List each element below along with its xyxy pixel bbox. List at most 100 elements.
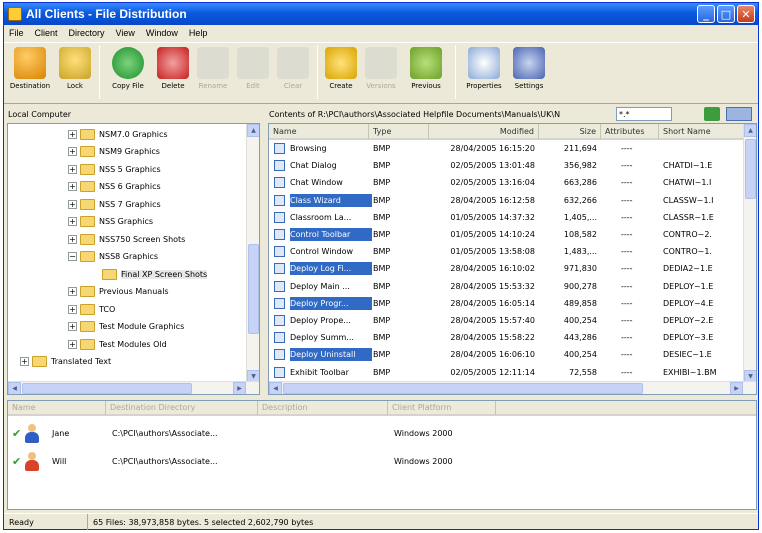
file-list-vertical-scrollbar[interactable]: ▲ ▼ (743, 124, 756, 383)
scroll-thumb[interactable] (745, 139, 756, 199)
maximize-button[interactable]: □ (717, 5, 735, 23)
menu-view[interactable]: View (116, 28, 135, 38)
copy-file-button[interactable]: Copy File (105, 43, 151, 101)
file-row[interactable]: Deploy Prope... BMP 28/04/2005 15:57:40 400… (269, 314, 745, 327)
menu-client[interactable]: Client (35, 28, 58, 38)
edit-button[interactable]: Edit (235, 43, 271, 101)
file-size: 632,266 (563, 195, 597, 205)
column-description[interactable]: Description (258, 401, 388, 415)
scroll-right-icon[interactable]: ▶ (233, 382, 246, 394)
file-row[interactable]: Browsing BMP 28/04/2005 16:15:20 211,694 ---… (269, 142, 745, 155)
expand-icon[interactable]: + (68, 287, 77, 296)
tree-item[interactable]: + NSS 7 Graphics (68, 197, 161, 211)
scroll-left-icon[interactable]: ◀ (8, 382, 21, 394)
scroll-up-icon[interactable]: ▲ (247, 124, 259, 137)
create-icon (325, 47, 357, 79)
file-row[interactable]: Chat Dialog BMP 02/05/2005 13:01:48 356,982… (269, 159, 745, 172)
lock-icon (59, 47, 91, 79)
collapse-icon[interactable]: − (68, 252, 77, 261)
tree-item[interactable]: + Test Module Graphics (68, 320, 184, 334)
settings-button[interactable]: Settings (511, 43, 547, 101)
column-modified[interactable]: Modified (429, 124, 539, 139)
file-row[interactable]: Deploy Log Fi... BMP 28/04/2005 16:10:02 97… (269, 262, 745, 276)
tree-item[interactable]: Final XP Screen Shots (102, 267, 208, 281)
column-name[interactable]: Name (269, 124, 369, 139)
file-row[interactable]: Deploy Uninstall BMP 28/04/2005 16:06:10 40… (269, 348, 745, 362)
file-row[interactable]: Class Wizard BMP 28/04/2005 16:12:58 632,26… (269, 193, 745, 207)
expand-icon[interactable]: + (68, 322, 77, 331)
tree-horizontal-scrollbar[interactable]: ◀ ▶ (8, 381, 259, 394)
create-button[interactable]: Create (323, 43, 359, 101)
expand-icon[interactable]: + (68, 164, 77, 174)
file-row[interactable]: Chat Window BMP 02/05/2005 13:16:04 663,286… (269, 176, 745, 189)
destination-clients-header: Name Destination Directory Description C… (8, 401, 756, 416)
properties-button[interactable]: Properties (461, 43, 507, 101)
tree-vertical-scrollbar[interactable]: ▲ ▼ (246, 124, 259, 383)
client-row[interactable]: ✔ Jane C:\PCI\authors\Associate... Windows … (8, 423, 756, 445)
scroll-thumb[interactable] (248, 244, 259, 334)
view-mode-icon[interactable] (726, 107, 752, 121)
tree-item[interactable]: + NSS 5 Graphics (68, 162, 161, 176)
filter-icon[interactable] (704, 107, 720, 121)
tree-item[interactable]: + NSS 6 Graphics (68, 180, 161, 194)
column-destination-directory[interactable]: Destination Directory (106, 401, 258, 415)
file-row[interactable]: Control Window BMP 01/05/2005 13:58:08 1,48… (269, 245, 745, 258)
rename-button[interactable]: Rename (195, 43, 231, 101)
tree-item[interactable]: + NSM9 Graphics (68, 145, 160, 159)
bitmap-file-icon (274, 366, 285, 378)
expand-icon[interactable]: + (68, 234, 77, 244)
menu-window[interactable]: Window (146, 28, 178, 38)
menu-help[interactable]: Help (189, 28, 208, 38)
tree-item[interactable]: + TCO (68, 302, 115, 316)
column-size[interactable]: Size (539, 124, 601, 139)
column-client-name[interactable]: Name (8, 401, 106, 415)
client-row[interactable]: ✔ Will C:\PCI\authors\Associate... Windows … (8, 451, 756, 473)
file-modified: 02/05/2005 12:11:14 (450, 367, 535, 377)
previous-button[interactable]: Previous (403, 43, 449, 101)
scroll-right-icon[interactable]: ▶ (730, 382, 743, 394)
delete-button[interactable]: Delete (155, 43, 191, 101)
tree-item[interactable]: + Translated Text (20, 355, 111, 369)
expand-icon[interactable]: + (20, 357, 29, 366)
versions-button[interactable]: Versions (363, 43, 399, 101)
minimize-button[interactable]: _ (697, 5, 715, 23)
expand-icon[interactable]: + (68, 304, 77, 314)
expand-icon[interactable]: + (68, 217, 77, 226)
file-row[interactable]: Exhibit Toolbar BMP 02/05/2005 12:11:14 72,… (269, 366, 745, 379)
file-row[interactable]: Deploy Progr... BMP 28/04/2005 16:05:14 489… (269, 296, 745, 310)
scroll-up-icon[interactable]: ▲ (744, 124, 756, 137)
file-row[interactable]: Classroom La... BMP 01/05/2005 14:37:32 1,4… (269, 211, 745, 224)
expand-icon[interactable]: + (68, 182, 77, 191)
file-row[interactable]: Deploy Main ... BMP 28/04/2005 15:53:32 900… (269, 280, 745, 293)
clear-button[interactable]: Clear (275, 43, 311, 101)
settings-icon (513, 47, 545, 79)
tree-item[interactable]: + NSS Graphics (68, 215, 153, 229)
column-short-name[interactable]: Short Name (659, 124, 745, 139)
scroll-thumb[interactable] (22, 383, 192, 394)
menu-file[interactable]: File (9, 28, 24, 38)
tree-item[interactable]: − NSS8 Graphics (68, 250, 158, 264)
close-button[interactable]: ✕ (737, 5, 755, 23)
file-list-horizontal-scrollbar[interactable]: ◀ ▶ (269, 381, 756, 394)
tree-item[interactable]: + NSM7.0 Graphics (68, 127, 168, 141)
file-row[interactable]: Deploy Summ... BMP 28/04/2005 15:58:22 443,… (269, 331, 745, 344)
expand-icon[interactable]: + (68, 129, 77, 139)
user-icon (24, 452, 40, 472)
tree-item[interactable]: + Previous Manuals (68, 285, 169, 299)
file-row[interactable]: Control Toolbar BMP 01/05/2005 14:10:24 108… (269, 228, 745, 241)
column-type[interactable]: Type (369, 124, 429, 139)
expand-icon[interactable]: + (68, 147, 77, 156)
menu-directory[interactable]: Directory (69, 28, 105, 38)
tree-item[interactable]: + Test Modules Old (68, 337, 167, 351)
destination-button[interactable]: Destination (7, 43, 53, 101)
scroll-left-icon[interactable]: ◀ (269, 382, 282, 394)
column-attributes[interactable]: Attributes (601, 124, 659, 139)
file-name: Deploy Main ... (290, 281, 350, 291)
lock-button[interactable]: Lock (57, 43, 93, 101)
filter-input[interactable]: *.* (616, 107, 672, 121)
expand-icon[interactable]: + (68, 199, 77, 209)
expand-icon[interactable]: + (68, 339, 77, 349)
tree-item[interactable]: + NSS750 Screen Shots (68, 232, 185, 246)
scroll-thumb[interactable] (283, 383, 643, 394)
column-client-platform[interactable]: Client Platform (388, 401, 496, 415)
